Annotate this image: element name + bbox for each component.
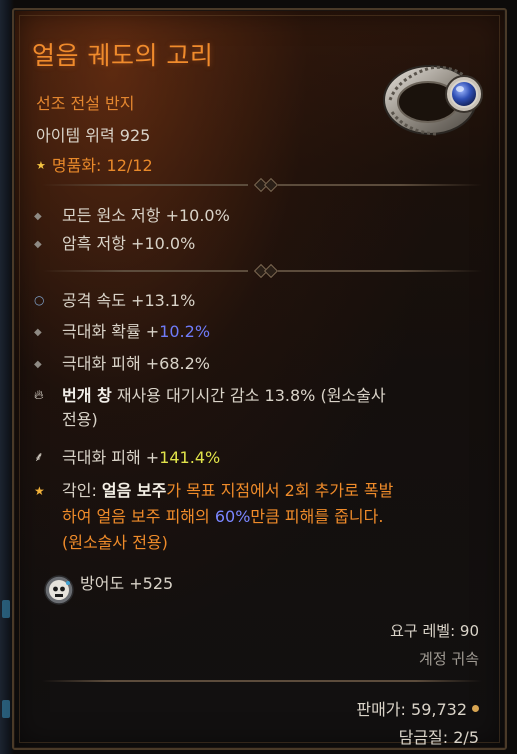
masterwork-level: ★ 명품화: 12/12 xyxy=(36,152,153,176)
implicit-affix: ◆ 암흑 저항 +10.0% xyxy=(34,232,195,257)
edge-gem-icon xyxy=(2,600,10,618)
temper-label: 담금질: xyxy=(398,728,449,747)
ring-item-icon xyxy=(383,65,483,136)
section-divider xyxy=(42,263,482,279)
temper-value: 2/5 xyxy=(453,728,479,747)
sell-price-label: 판매가: xyxy=(356,700,406,719)
masterwork-label: 명품화: xyxy=(51,156,102,175)
diamond-bullet-icon: ◆ xyxy=(34,359,42,370)
item-type: 선조 전설 반지 xyxy=(36,94,135,113)
armor-skull-icon xyxy=(44,575,74,605)
masterwork-value: 12/12 xyxy=(106,156,153,175)
affix-crit-damage-tempered: ⸙ 극대화 피해 +141.4% xyxy=(34,446,220,470)
account-bound: 계정 귀속 xyxy=(419,650,479,668)
diamond-bullet-icon: ◆ xyxy=(34,239,42,250)
affix-crit-chance: ◆ 극대화 확률 +10.2% xyxy=(34,320,210,345)
sell-price-value: 59,732 xyxy=(411,700,467,719)
gold-coin-icon xyxy=(472,705,479,712)
star-icon: ★ xyxy=(34,484,45,498)
flame-icon: 🔥︎ xyxy=(34,388,44,403)
item-power: 아이템 위력 925 xyxy=(36,126,151,145)
section-divider xyxy=(42,674,482,688)
item-tooltip: 얼음 궤도의 고리 선조 전설 반지 아이템 위력 925 ★ 명품화: 12/1… xyxy=(12,8,507,750)
diamond-bullet-icon: ◆ xyxy=(34,211,42,222)
diamond-bullet-icon: ◆ xyxy=(34,327,42,338)
sell-price: 판매가: 59,732 xyxy=(356,696,479,720)
section-divider xyxy=(42,177,482,193)
legendary-aspect: ★ 각인: 얼음 보주가 목표 지점에서 2회 추가로 폭발 하여 얼음 보주 … xyxy=(34,478,474,556)
temper-count: 담금질: 2/5 xyxy=(399,724,479,748)
armor-value: 방어도 +525 xyxy=(80,574,174,593)
item-name: 얼음 궤도의 고리 xyxy=(32,41,214,70)
rune-icon: ⸙ xyxy=(34,450,44,465)
required-level: 요구 레벨: 90 xyxy=(390,622,479,640)
affix-attack-speed: ○ 공격 속도 +13.1% xyxy=(34,288,195,313)
circle-bullet-icon: ○ xyxy=(34,293,45,307)
affix-cooldown: 🔥︎ 번개 창 재사용 대기시간 감소 13.8% (원소술사 전용) xyxy=(34,386,386,429)
implicit-affix: ◆ 모든 원소 저항 +10.0% xyxy=(34,204,230,229)
edge-gem-icon xyxy=(2,700,10,718)
star-icon: ★ xyxy=(36,159,46,172)
affix-crit-damage: ◆ 극대화 피해 +68.2% xyxy=(34,352,210,377)
